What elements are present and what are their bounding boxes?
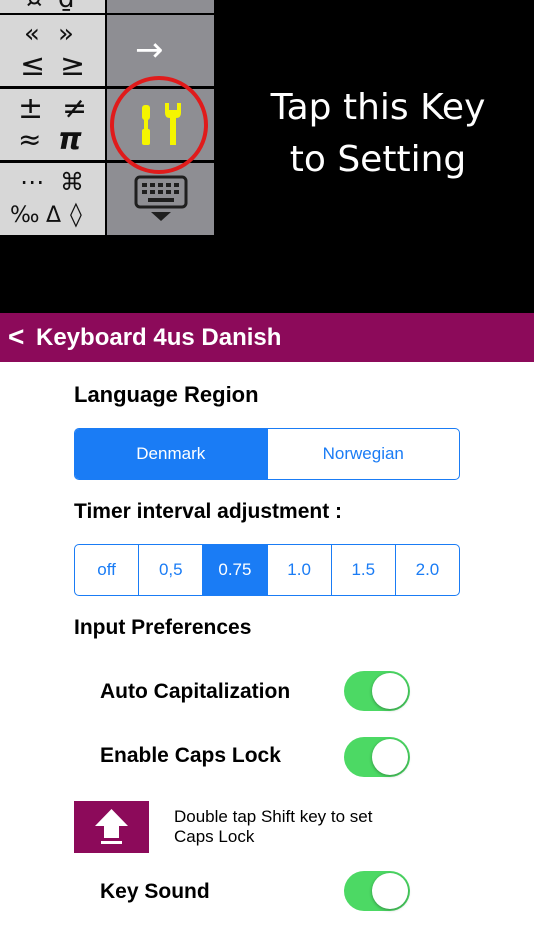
segment-norwegian[interactable]: Norwegian: [266, 429, 460, 479]
key-symbol: Δ: [46, 203, 62, 228]
key-symbol: ⌘: [60, 168, 84, 196]
key-symbol: ₫: [58, 0, 75, 12]
key-settings[interactable]: [107, 89, 214, 160]
timer-heading: Timer interval adjustment :: [74, 500, 343, 523]
language-region-segmented-control: Denmark Norwegian: [74, 428, 460, 480]
key-arrow-right[interactable]: →: [107, 15, 214, 86]
key-symbol: ≈: [18, 123, 42, 156]
key-symbol: ≥: [60, 48, 86, 83]
auto-capitalization-label: Auto Capitalization: [100, 680, 291, 703]
key-math[interactable]: ± ≠ ≈ π: [0, 89, 105, 160]
key-sound-toggle[interactable]: [344, 871, 410, 911]
key-symbol: ◊: [70, 200, 82, 228]
key-symbol: ≠: [62, 91, 88, 126]
toggle-knob: [372, 673, 408, 709]
shift-key-illustration: [74, 801, 149, 853]
key-symbol: ≤: [20, 48, 46, 83]
key-symbol: π: [58, 122, 82, 157]
key-symbol: ‰: [10, 203, 40, 228]
callout-text: Tap this Key to Setting: [230, 82, 526, 186]
key-currency[interactable]: ¤ ₫: [0, 0, 105, 13]
caps-lock-label: Enable Caps Lock: [100, 744, 281, 767]
key-guillemets-compare[interactable]: « » ≤ ≥: [0, 15, 105, 86]
key-sound-label: Key Sound: [100, 880, 210, 903]
nav-title[interactable]: Keyboard 4us Danish: [36, 324, 281, 352]
segment-timer-2-0[interactable]: 2.0: [394, 545, 459, 595]
key-symbol: «: [24, 19, 40, 49]
callout-line-1: Tap this Key: [270, 87, 486, 128]
arrow-right-icon: →: [135, 30, 164, 70]
caps-lock-toggle[interactable]: [344, 737, 410, 777]
keyboard-preview-area: ¤ ₫ « » ≤ ≥ ± ≠ ≈ π ⋯ ⌘ ‰ Δ ◊ →: [0, 0, 534, 313]
segment-denmark[interactable]: Denmark: [75, 429, 267, 479]
callout-line-2: to Setting: [289, 139, 467, 180]
language-region-heading: Language Region: [74, 382, 259, 407]
navigation-bar: < Keyboard 4us Danish: [0, 313, 534, 362]
key-function-top[interactable]: [107, 0, 214, 13]
timer-segmented-control: off 0,5 0.75 1.0 1.5 2.0: [74, 544, 460, 596]
key-misc[interactable]: ⋯ ⌘ ‰ Δ ◊: [0, 163, 105, 235]
segment-timer-1-5[interactable]: 1.5: [330, 545, 395, 595]
segment-timer-0-5[interactable]: 0,5: [138, 545, 202, 595]
key-symbol: ⋯: [20, 168, 44, 196]
key-hide-keyboard[interactable]: [107, 163, 214, 235]
keyboard-preview: ¤ ₫ « » ≤ ≥ ± ≠ ≈ π ⋯ ⌘ ‰ Δ ◊ →: [0, 0, 214, 235]
wrench-screwdriver-icon: [142, 103, 181, 145]
input-preferences-heading: Input Preferences: [74, 616, 252, 639]
toggle-knob: [372, 873, 408, 909]
auto-capitalization-toggle[interactable]: [344, 671, 410, 711]
key-symbol: »: [58, 19, 74, 49]
key-symbol: ¤: [26, 0, 43, 12]
shift-arrow-icon: [95, 809, 128, 844]
key-symbol: ±: [18, 91, 44, 126]
segment-timer-0-75[interactable]: 0.75: [202, 545, 267, 595]
segment-timer-off[interactable]: off: [75, 545, 138, 595]
toggle-knob: [372, 739, 408, 775]
segment-timer-1-0[interactable]: 1.0: [266, 545, 331, 595]
keyboard-dismiss-icon: [134, 175, 188, 221]
caps-lock-hint: Double tap Shift key to set Caps Lock: [174, 807, 373, 846]
back-chevron-icon[interactable]: <: [8, 321, 24, 353]
